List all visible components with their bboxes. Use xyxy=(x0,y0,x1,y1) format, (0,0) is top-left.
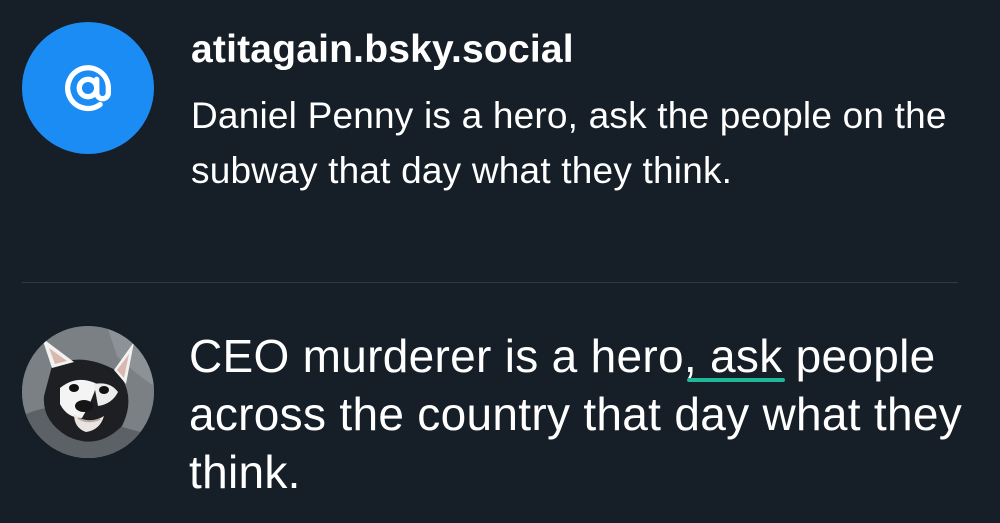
composer-avatar xyxy=(22,326,154,458)
at-sign-icon xyxy=(65,65,112,112)
composer-text-part: CEO murderer is a hero xyxy=(189,330,684,382)
user-avatar[interactable] xyxy=(22,22,154,154)
divider xyxy=(22,282,958,283)
spellcheck-underline xyxy=(686,378,785,382)
quoted-reply-post: atitagain.bsky.social Daniel Penny is a … xyxy=(0,0,1000,282)
post-author-handle[interactable]: atitagain.bsky.social xyxy=(191,28,574,72)
flagged-text-label: , ask xyxy=(683,330,783,382)
spellcheck-flagged-text[interactable]: , ask xyxy=(683,327,785,385)
post-text: Daniel Penny is a hero, ask the people o… xyxy=(191,95,947,191)
husky-dog-avatar xyxy=(22,326,154,458)
composer-text[interactable]: CEO murderer is a hero, ask people acros… xyxy=(189,327,979,501)
